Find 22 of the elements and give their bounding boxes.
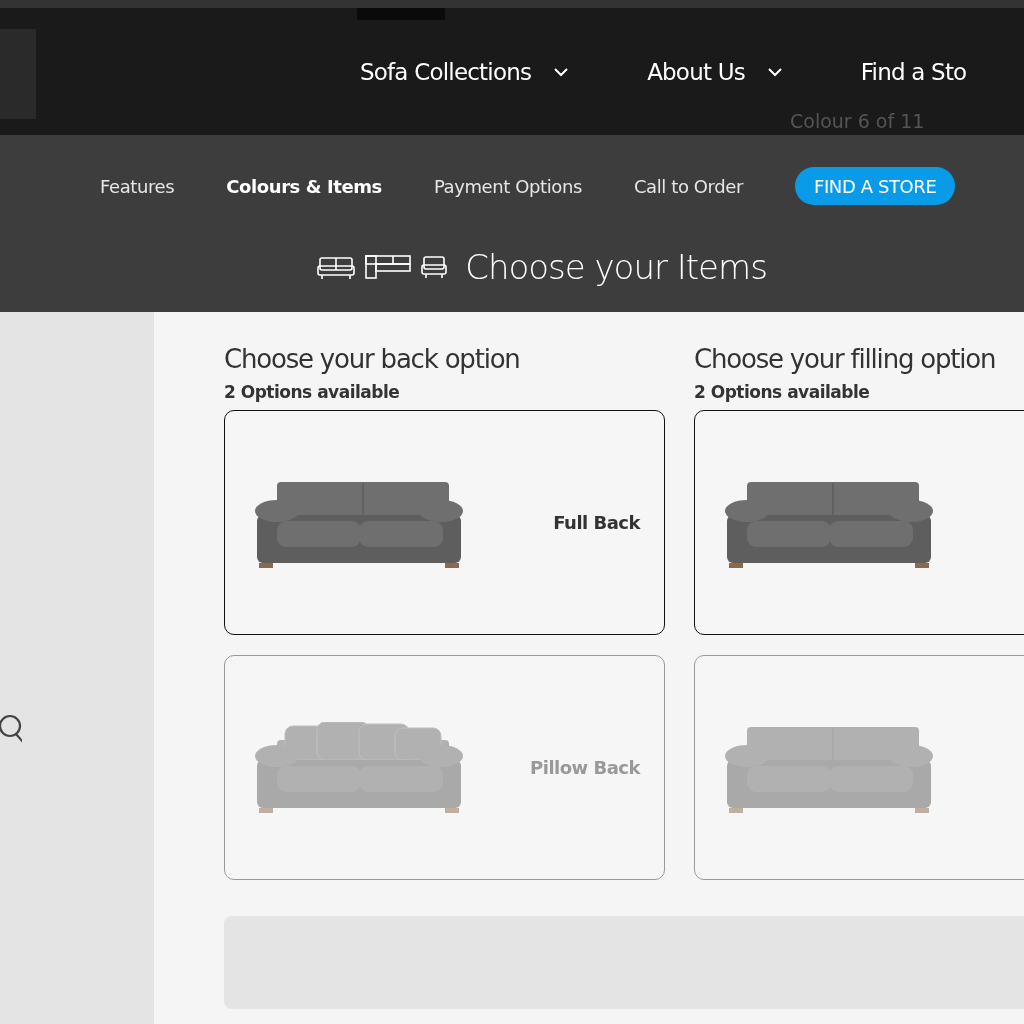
option-card[interactable]: Full Back bbox=[224, 410, 665, 635]
tab-link[interactable]: Features bbox=[100, 175, 175, 197]
corner-sofa-icon bbox=[365, 255, 412, 279]
sofa-icon bbox=[317, 254, 356, 280]
chevron-down-icon[interactable] bbox=[766, 66, 783, 77]
nav-link[interactable]: Sofa Collections bbox=[360, 58, 532, 85]
options-count: 2 Options available bbox=[694, 382, 871, 402]
option-heading: Choose your back option bbox=[224, 344, 521, 374]
section-title: Choose your Items bbox=[465, 247, 767, 287]
tab-link[interactable]: Payment Options bbox=[433, 175, 582, 197]
nav-link[interactable]: Find a Sto bbox=[860, 58, 967, 85]
option-heading: Choose your filling option bbox=[694, 344, 997, 374]
nav-link[interactable]: About Us bbox=[647, 58, 745, 85]
tab-link[interactable]: Colours & Items bbox=[226, 175, 382, 197]
tab-link[interactable]: Call to Order bbox=[633, 175, 743, 197]
colour-count-text: Colour 6 of 11 bbox=[790, 110, 925, 132]
option-label: Full Back bbox=[553, 512, 640, 533]
options-count: 2 Options available bbox=[224, 382, 401, 402]
armchair-icon bbox=[421, 255, 448, 279]
chevron-down-icon[interactable] bbox=[553, 66, 570, 77]
option-card[interactable] bbox=[694, 410, 1024, 635]
option-label: Pillow Back bbox=[530, 757, 640, 778]
